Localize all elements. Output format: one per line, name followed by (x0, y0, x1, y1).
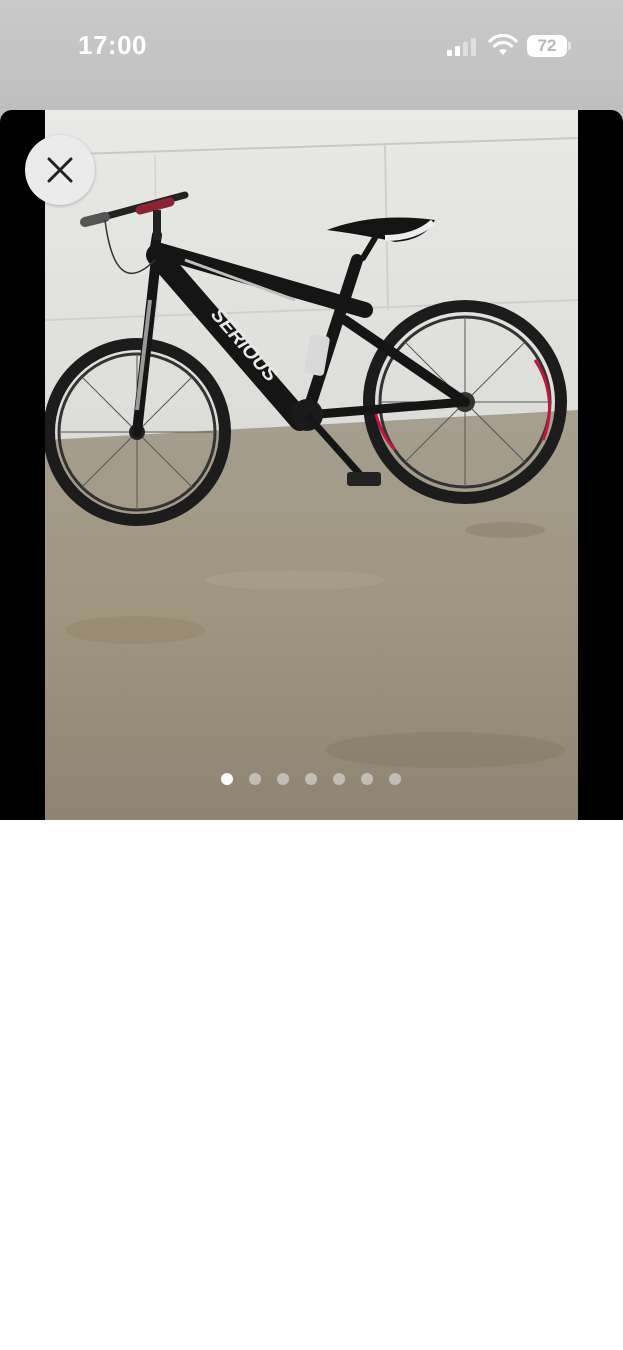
battery-icon: 72 (527, 35, 567, 57)
page-dot[interactable] (221, 773, 233, 785)
close-button[interactable] (25, 135, 95, 205)
page-dot[interactable] (305, 773, 317, 785)
page-dot[interactable] (333, 773, 345, 785)
signal-icon (447, 38, 476, 56)
battery-cap (568, 42, 571, 50)
listing-photo[interactable]: SERIOUS (45, 110, 578, 820)
page-dot[interactable] (361, 773, 373, 785)
page-indicator[interactable] (221, 773, 401, 785)
page-dot[interactable] (249, 773, 261, 785)
close-icon (47, 157, 73, 183)
page-dot[interactable] (277, 773, 289, 785)
wifi-icon (488, 34, 518, 55)
photo-viewer[interactable]: SERIOUS (0, 110, 623, 820)
status-time: 17:00 (78, 30, 147, 60)
page-dot[interactable] (389, 773, 401, 785)
